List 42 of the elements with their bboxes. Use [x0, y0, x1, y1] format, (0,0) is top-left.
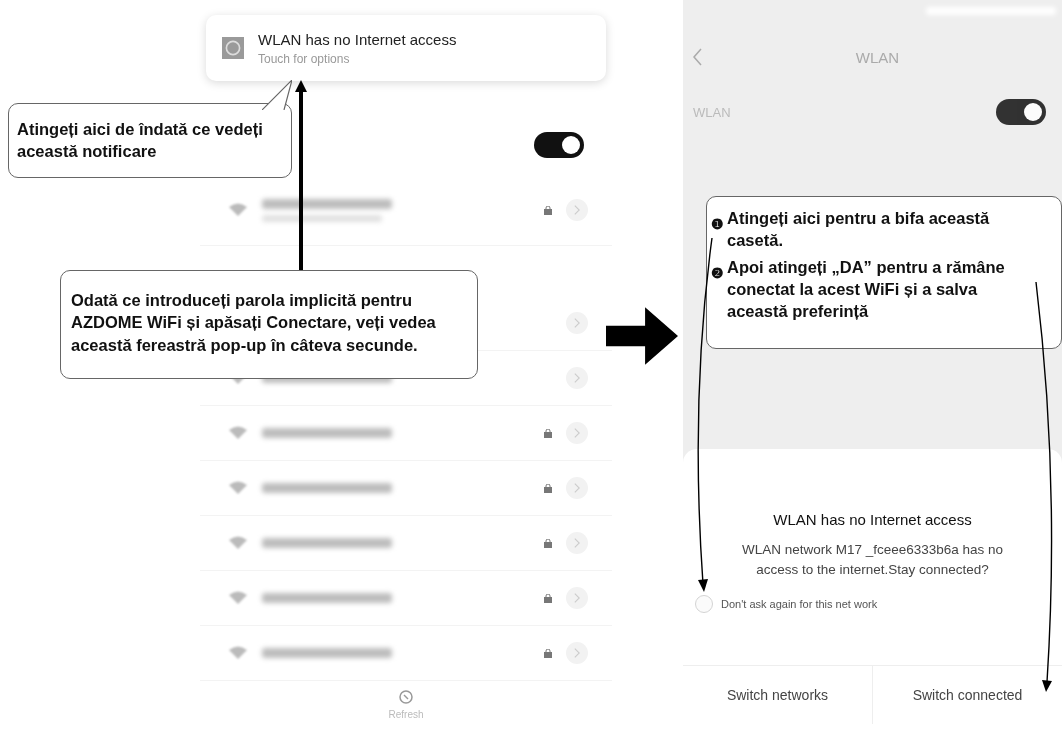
callout-tooltip-tail — [262, 80, 292, 110]
lock-icon — [544, 648, 552, 658]
lock-icon — [544, 593, 552, 603]
step-number: ❶ — [711, 215, 724, 234]
chevron-icon[interactable] — [566, 367, 588, 389]
wifi-icon — [228, 591, 248, 605]
screen-title: WLAN — [855, 48, 901, 66]
dialog-title: WLAN has no Internet access — [773, 511, 972, 528]
dialog-message: WLAN network M17 _fceee6333b6a has no access to the internet.Stay connected? — [740, 541, 1005, 579]
callout-tooltip: Atingeți aici de îndată ce vedeți această notificare — [8, 103, 292, 178]
callout-text: Apoi atingeți „DA” pentru a rămâne conectat la acest WiFi și a salva această preferință — [727, 256, 1006, 323]
wifi-icon — [228, 481, 248, 495]
chevron-icon[interactable] — [566, 532, 588, 554]
refresh-icon — [398, 689, 414, 705]
wifi-icon — [228, 646, 248, 660]
wlan-toggle[interactable] — [996, 99, 1046, 125]
back-icon[interactable] — [693, 48, 703, 66]
chevron-icon[interactable] — [566, 199, 588, 221]
checkbox-label: Don't ask again for this net work — [721, 598, 878, 611]
right-arrow-icon — [606, 305, 678, 367]
wlan-toggle[interactable] — [534, 132, 584, 158]
lock-icon — [544, 483, 552, 493]
lock-icon — [544, 205, 552, 215]
checkbox[interactable] — [695, 595, 713, 614]
chevron-icon[interactable] — [566, 422, 588, 444]
chevron-icon[interactable] — [566, 587, 588, 609]
wifi-icon — [228, 203, 248, 217]
callout-tooltip: Odată ce introduceți parola implicită pentru AZDOME WiFi și apăsați Conectare, veți vedea această fereastră pop-up în câteva secunde. — [60, 270, 478, 379]
notification-subtitle: Touch for options — [258, 51, 351, 66]
chevron-icon[interactable] — [566, 642, 588, 664]
notification-card[interactable]: WLAN has no Internet access Touch for options — [206, 15, 606, 81]
dialog-button[interactable]: Switch networks — [683, 666, 873, 724]
chevron-icon[interactable] — [566, 312, 588, 334]
lock-icon — [544, 538, 552, 548]
wifi-icon — [228, 426, 248, 440]
notification-title: WLAN has no Internet access — [258, 30, 457, 48]
lock-icon — [544, 428, 552, 438]
chevron-icon[interactable] — [566, 477, 588, 499]
callout-text: Atingeți aici pentru a bifa această casetă. — [727, 208, 991, 252]
app-face-icon — [222, 37, 244, 59]
step-number: ❷ — [711, 263, 724, 283]
wifi-icon — [228, 536, 248, 550]
